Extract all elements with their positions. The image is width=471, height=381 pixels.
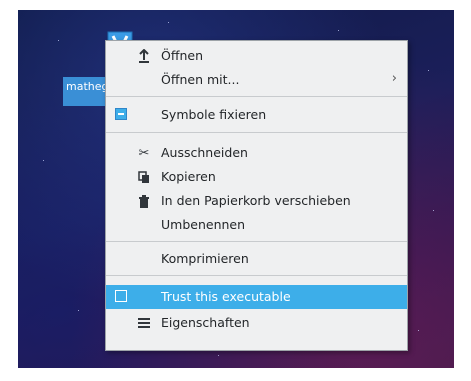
menu-item-label: Symbole fixieren — [161, 107, 267, 122]
copy-icon — [136, 169, 152, 185]
menu-item-move-to-trash[interactable]: In den Papierkorb verschieben — [106, 189, 407, 213]
menu-item-properties[interactable]: Eigenschaften — [106, 311, 407, 335]
menu-item-label: Komprimieren — [161, 251, 249, 266]
menu-item-label: In den Papierkorb verschieben — [161, 193, 351, 208]
context-menu: Öffnen Öffnen mit... › Symbole fixieren … — [105, 40, 408, 351]
upload-icon — [136, 48, 152, 64]
menu-separator — [106, 96, 407, 97]
menu-item-label: Öffnen — [161, 48, 203, 63]
menu-item-label: Kopieren — [161, 169, 216, 184]
menu-item-label: Trust this executable — [161, 289, 291, 304]
menu-item-copy[interactable]: Kopieren — [106, 165, 407, 189]
menu-separator — [106, 132, 407, 133]
menu-item-label: Eigenschaften — [161, 315, 250, 330]
menu-separator — [106, 241, 407, 242]
menu-item-label: Öffnen mit... — [161, 72, 240, 87]
checkbox-checked-icon[interactable] — [115, 108, 127, 120]
menu-item-trust-executable[interactable]: Trust this executable — [106, 285, 407, 309]
checkbox-unchecked-icon[interactable] — [115, 290, 127, 302]
menu-item-label: Umbenennen — [161, 217, 246, 232]
menu-separator — [106, 275, 407, 276]
chevron-right-icon: › — [391, 71, 397, 86]
menu-item-label: Ausschneiden — [161, 145, 248, 160]
properties-icon — [136, 315, 152, 331]
menu-item-rename[interactable]: Umbenennen — [106, 213, 407, 237]
menu-item-lock-icons[interactable]: Symbole fixieren — [106, 103, 407, 127]
trash-icon — [136, 193, 152, 209]
menu-item-open[interactable]: Öffnen — [106, 44, 407, 68]
scissors-icon: ✂ — [138, 145, 150, 161]
menu-item-compress[interactable]: Komprimieren — [106, 247, 407, 271]
menu-item-cut[interactable]: ✂ Ausschneiden — [106, 141, 407, 165]
menu-item-open-with[interactable]: Öffnen mit... › — [106, 68, 407, 92]
